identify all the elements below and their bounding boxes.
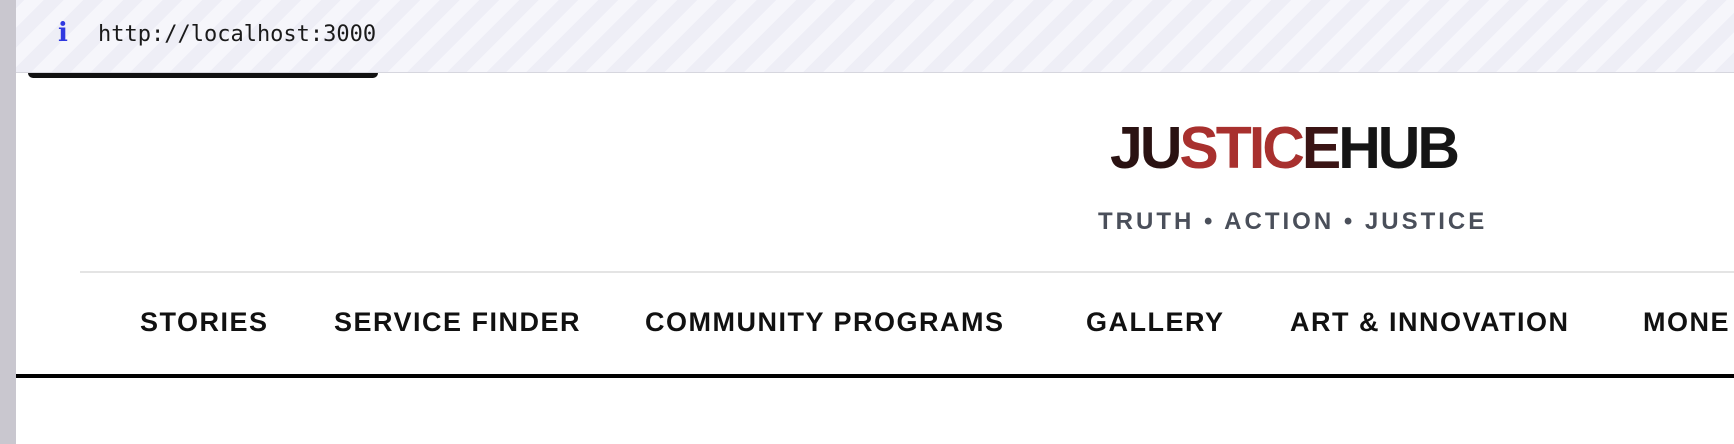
nav-item-money[interactable]: MONE bbox=[1643, 305, 1730, 339]
nav-item-art-innovation[interactable]: ART & INNOVATION bbox=[1290, 305, 1570, 339]
nav-bottom-border bbox=[16, 374, 1734, 378]
logo-part-1: JU bbox=[1110, 115, 1182, 181]
nav-item-community-programs[interactable]: COMMUNITY PROGRAMS bbox=[645, 305, 1005, 339]
nav-item-gallery[interactable]: GALLERY bbox=[1086, 305, 1225, 339]
window-edge bbox=[0, 0, 16, 444]
url-bar[interactable]: i http://localhost:3000 bbox=[16, 0, 1734, 73]
logo-part-3: E bbox=[1301, 115, 1341, 181]
logo-part-4: HUB bbox=[1338, 115, 1460, 181]
url-text[interactable]: http://localhost:3000 bbox=[98, 20, 376, 50]
site-tagline: TRUTH • ACTION • JUSTICE bbox=[1098, 208, 1488, 235]
nav-item-stories[interactable]: STORIES bbox=[140, 305, 269, 339]
page-viewport: JUSTICEHUB TRUTH • ACTION • JUSTICE STOR… bbox=[16, 73, 1734, 444]
site-logo[interactable]: JUSTICEHUB bbox=[1110, 113, 1460, 183]
main-nav: STORIES SERVICE FINDER COMMUNITY PROGRAM… bbox=[16, 273, 1734, 373]
info-icon[interactable]: i bbox=[52, 18, 74, 48]
logo-part-2: STIC bbox=[1179, 115, 1304, 181]
nav-item-service-finder[interactable]: SERVICE FINDER bbox=[334, 305, 581, 339]
tab-edge bbox=[28, 73, 378, 78]
